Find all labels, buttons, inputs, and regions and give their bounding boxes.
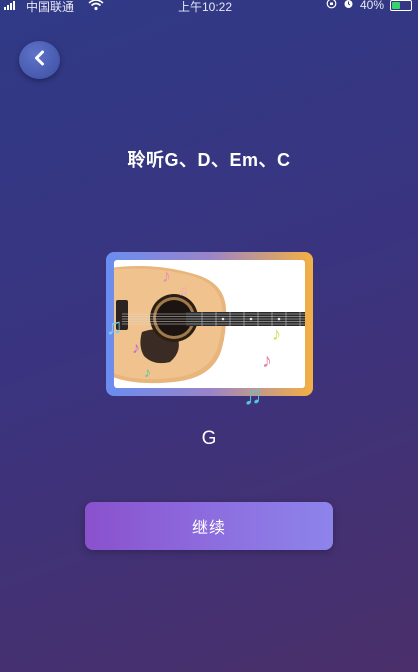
music-note-icon: ♫ — [243, 380, 263, 410]
wifi-icon — [88, 0, 104, 14]
current-chord-label: G — [201, 428, 217, 449]
signal-icon — [4, 1, 15, 10]
music-note-icon: ♪ — [262, 350, 272, 372]
music-note-icon: ♫ — [106, 314, 123, 339]
music-note-icon: ♪ — [144, 364, 151, 380]
chevron-left-icon — [33, 50, 47, 71]
alarm-icon — [343, 0, 354, 12]
music-note-icon: ♪ — [272, 324, 281, 344]
carrier-name: 中国联通 — [26, 0, 75, 14]
status-time: 上午10:22 — [178, 0, 233, 14]
orientation-lock-icon — [326, 0, 337, 12]
music-note-icon: ♪ — [132, 340, 140, 357]
status-bar: 中国联通 上午10:22 40% — [0, 0, 418, 14]
continue-button[interactable]: 继续 — [85, 502, 333, 550]
music-note-icon: ♫ — [178, 282, 189, 298]
back-button[interactable] — [19, 41, 60, 79]
battery-percent: 40% — [359, 0, 384, 12]
music-note-icon: ♪ — [162, 266, 171, 286]
continue-button-label: 继续 — [191, 520, 226, 537]
page-title: 聆听G、D、Em、C — [127, 150, 291, 170]
battery-icon — [390, 0, 412, 11]
guitar-card — [106, 252, 313, 396]
